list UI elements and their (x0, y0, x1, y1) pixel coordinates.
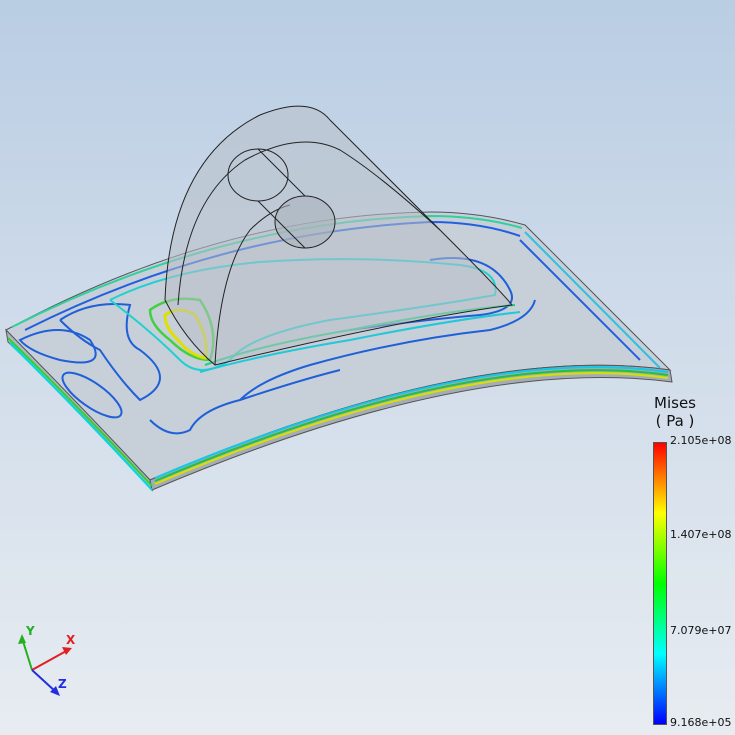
graphics-viewport[interactable]: Mises ( Pa ) 2.105e+08 1.407e+08 7.079e+… (0, 0, 735, 735)
triad-z-label: Z (58, 677, 67, 691)
legend-title: Mises ( Pa ) (640, 394, 710, 430)
triad-x-arrow-icon (62, 647, 72, 655)
legend-title-quantity: Mises (654, 394, 696, 412)
legend-color-bar (653, 442, 667, 725)
triad-z-axis (31, 669, 57, 693)
triad-x-label: X (66, 633, 76, 647)
legend-tick-lower: 7.079e+07 (670, 624, 732, 637)
triad-y-arrow-icon (18, 634, 26, 644)
legend-title-units: ( Pa ) (655, 412, 695, 430)
legend-tick-min: 9.168e+05 (670, 716, 732, 729)
legend-tick-upper: 1.407e+08 (670, 528, 732, 541)
stress-model-render[interactable] (0, 0, 735, 735)
lug-hole-front (274, 195, 336, 249)
triad-x-axis (31, 649, 69, 671)
axis-triad[interactable]: Y X Z (10, 620, 90, 710)
legend-tick-max: 2.105e+08 (670, 434, 732, 447)
triad-y-label: Y (25, 624, 35, 638)
